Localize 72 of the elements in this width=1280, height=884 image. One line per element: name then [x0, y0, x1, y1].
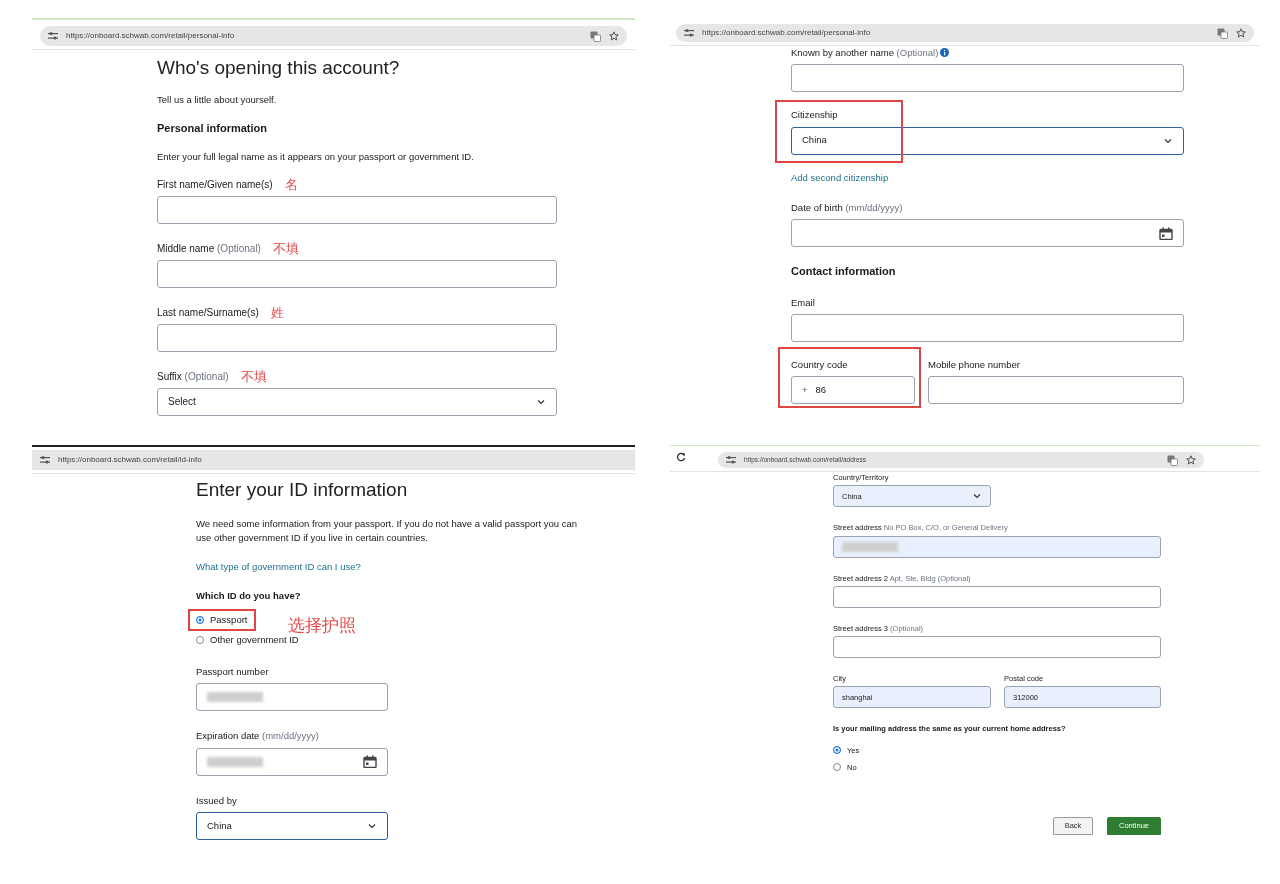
- radio-label: Passport: [210, 612, 248, 627]
- translate-icon: [1167, 454, 1178, 466]
- section-heading: Contact information: [791, 264, 897, 279]
- field-label: Country code: [791, 357, 848, 372]
- input-field[interactable]: [833, 535, 1161, 558]
- field-label: First name/Given name(s): [157, 177, 273, 192]
- tune-icon: [40, 456, 50, 464]
- date-field[interactable]: [196, 747, 388, 776]
- question-label: Which ID do you have?: [196, 589, 302, 604]
- body-text: Enter your full legal name as it appears on your passport or government ID.: [157, 149, 475, 164]
- input-field[interactable]: [928, 376, 1184, 404]
- address-bar[interactable]: https://onboard.schwab.com/retail/id-info: [32, 450, 635, 470]
- field-label: Middle name (Optional): [157, 241, 261, 256]
- url-text: https://onboard.schwab.com/retail/personal-info: [66, 30, 236, 42]
- annotation-note: 不填: [272, 241, 299, 255]
- body-text: Tell us a little about yourself.: [157, 93, 278, 107]
- annotation-note: 不填: [240, 369, 267, 383]
- body-text: We need some information from your passport. If you do not have a valid passport you can use other government ID if you live in certain countries.: [196, 517, 579, 545]
- address-bar[interactable]: https://onboard.schwab.com/retail/personal-info: [40, 26, 627, 46]
- page-title: Enter your ID information: [196, 478, 409, 502]
- input-field[interactable]: [157, 323, 557, 352]
- star-icon: [1186, 455, 1196, 465]
- input-field[interactable]: [157, 195, 557, 224]
- tune-icon: [726, 456, 736, 464]
- help-link[interactable]: What type of government ID can I use?: [196, 560, 361, 575]
- field-label: Last name/Surname(s): [157, 305, 259, 320]
- input-field[interactable]: + 86: [791, 376, 915, 404]
- input-field[interactable]: [833, 585, 1161, 608]
- section-heading: Personal information: [157, 121, 269, 136]
- help-link[interactable]: Add second citizenship: [791, 170, 889, 185]
- tune-icon: [684, 29, 694, 37]
- star-icon: [1236, 28, 1246, 38]
- annotation-note: 姓: [270, 305, 284, 319]
- page-title: Who's opening this account?: [157, 56, 401, 80]
- field-label: Mobile phone number: [928, 357, 1020, 372]
- select-field[interactable]: China: [791, 126, 1184, 155]
- input-field[interactable]: [833, 636, 1161, 658]
- input-field[interactable]: [791, 313, 1184, 342]
- address-bar[interactable]: https://onboard.schwab.com/retail/personal-info: [676, 24, 1254, 42]
- date-field[interactable]: [791, 219, 1184, 247]
- input-field[interactable]: [157, 259, 557, 288]
- annotation-note: 选择护照: [288, 616, 356, 634]
- url-text: https://onboard.schwab.com/retail/personal-info: [702, 27, 872, 39]
- field-label: Expiration date (mm/dd/yyyy): [196, 729, 319, 744]
- url-text: https://onboard.schwab.com/retail/id-info: [58, 454, 203, 466]
- redacted-value: [207, 692, 263, 703]
- redacted-value: [207, 756, 263, 767]
- translate-icon: [590, 30, 601, 42]
- field-label: Issued by: [196, 793, 237, 808]
- calendar-icon: [363, 755, 377, 768]
- reload-icon: [676, 452, 686, 462]
- radio-label: Other government ID: [210, 633, 299, 647]
- field-label: Citizenship: [791, 108, 838, 123]
- select-field[interactable]: Select: [157, 387, 557, 416]
- translate-icon: [1217, 27, 1228, 39]
- redacted-value: [842, 541, 898, 552]
- prefix-symbol: +: [802, 382, 808, 397]
- field-label: Passport number: [196, 665, 269, 679]
- field-label: Date of birth (mm/dd/yyyy): [791, 200, 903, 215]
- field-label: Known by another name (Optional): [791, 46, 950, 61]
- field-label: Suffix (Optional): [157, 369, 229, 384]
- radio-button[interactable]: [833, 763, 841, 772]
- input-field[interactable]: [791, 64, 1184, 93]
- annotation-note: 名: [284, 177, 298, 191]
- radio-button[interactable]: [196, 635, 204, 644]
- tune-icon: [48, 32, 58, 40]
- calendar-icon: [1159, 226, 1173, 240]
- radio-button[interactable]: [196, 615, 204, 624]
- field-label: Email: [791, 295, 815, 310]
- star-icon: [609, 31, 619, 41]
- select-field[interactable]: China: [196, 811, 388, 840]
- input-field[interactable]: [196, 683, 388, 712]
